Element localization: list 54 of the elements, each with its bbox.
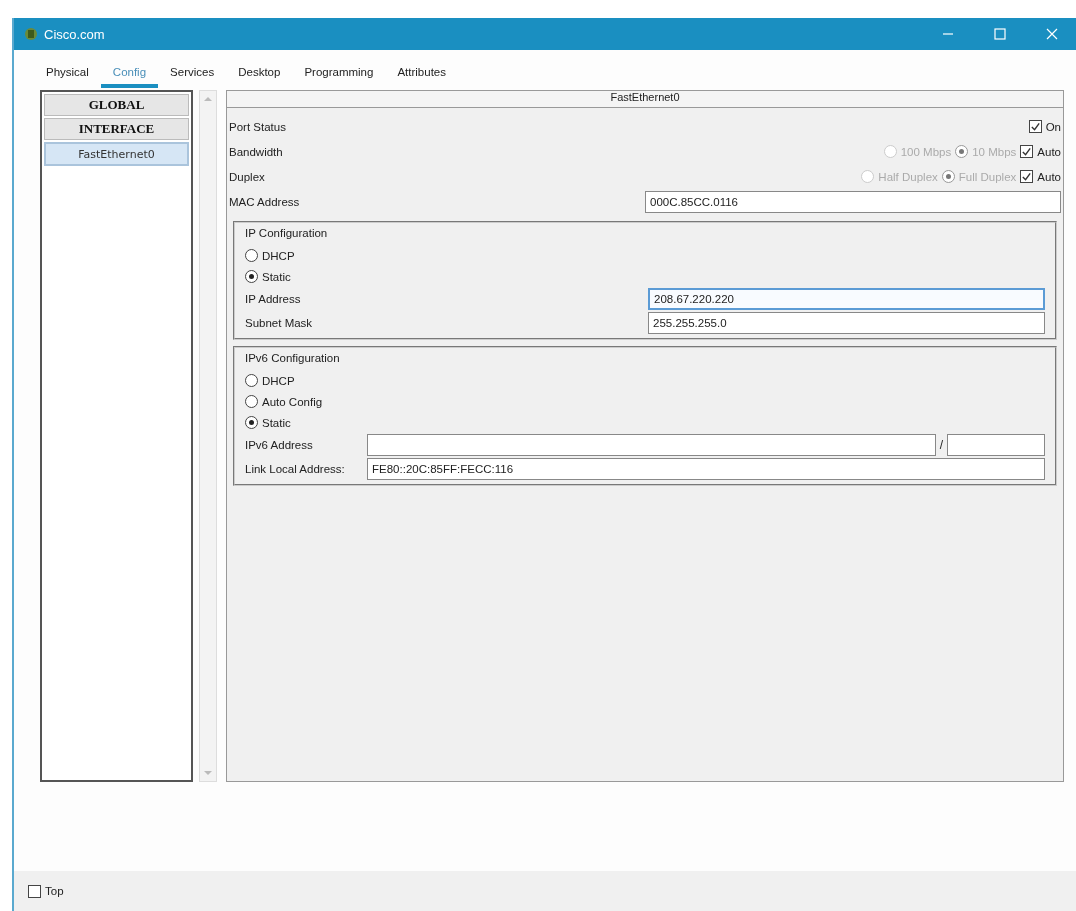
sidebar-item[interactable]: FastEthernet0 [44,142,189,166]
radio-label: 100 Mbps [900,145,952,158]
panel-title: FastEthernet0 [227,91,1063,108]
radio-button[interactable] [245,416,258,429]
field-label: IPv6 Address [245,439,314,451]
tab[interactable]: Desktop [226,62,293,87]
radio-button[interactable] [245,249,258,262]
checkbox[interactable] [1028,120,1042,133]
checkbox[interactable] [1020,145,1034,158]
mac-address-field[interactable]: 000C.85CC.0116 [645,191,1061,213]
field-label: Subnet Mask [245,317,313,329]
tab[interactable]: Services [158,62,227,87]
radio-label: Full Duplex [958,170,1017,183]
radio-button[interactable] [245,374,258,387]
slash-separator: / [938,438,944,452]
sidebar-item[interactable]: INTERFACE [44,118,189,140]
field-label: Bandwidth [229,145,283,158]
checkbox-label: Auto [1037,145,1061,158]
field-label: Duplex [229,170,265,183]
window-title: Cisco.com [44,26,106,42]
app-icon [24,27,38,41]
radio-button[interactable] [955,145,969,158]
checkbox[interactable] [1020,170,1034,183]
checkbox-label: On [1045,120,1061,133]
radio-label: Static [262,270,291,283]
radio-button[interactable] [941,170,955,183]
maximize-icon[interactable] [994,28,1006,40]
checkbox-label: Top [45,885,64,897]
radio-label: Auto Config [262,395,323,408]
prefix-length-field[interactable] [947,434,1045,456]
ipv6-address-field[interactable] [367,434,936,456]
checkbox-label: Auto [1037,170,1061,183]
group-title: IPv6 Configuration [245,352,341,366]
close-icon[interactable] [1046,28,1058,40]
radio-label: Static [262,416,291,429]
tab[interactable]: Attributes [385,62,458,87]
radio-button[interactable] [245,270,258,283]
link-local-field[interactable]: FE80::20C:85FF:FECC:116 [367,458,1045,480]
field-label: Port Status [229,120,286,133]
sidebar-item[interactable]: GLOBAL [44,94,189,116]
radio-label: 10 Mbps [972,145,1017,158]
radio-label: DHCP [262,374,295,387]
field-label: MAC Address [229,196,300,208]
tab[interactable]: Physical [34,62,101,87]
field-label: IP Address [245,293,301,305]
radio-button[interactable] [245,395,258,408]
field-label: Link Local Address: [245,463,346,475]
radio-label: Half Duplex [878,170,938,183]
checkbox[interactable] [28,884,41,898]
group-title: IP Configuration [245,227,329,241]
text-field[interactable]: 255.255.255.0 [648,312,1045,334]
radio-label: DHCP [262,249,295,262]
text-field[interactable]: 208.67.220.220 [648,288,1045,310]
tab[interactable]: Programming [292,62,386,87]
